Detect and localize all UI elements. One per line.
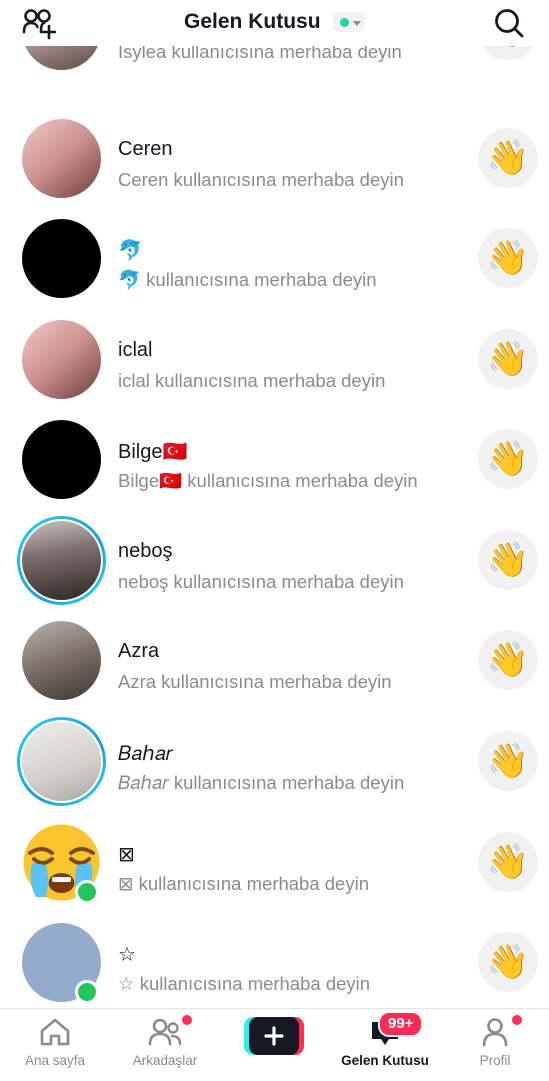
search-icon[interactable]	[493, 7, 525, 39]
online-status-icon	[339, 18, 349, 27]
avatar[interactable]	[22, 420, 101, 499]
row-subtitle: neboş kullanıcısına merhaba deyin	[118, 571, 404, 592]
wave-icon: 👋	[486, 541, 530, 579]
row-name: iclal	[118, 339, 153, 361]
nav-profile[interactable]: Profil	[440, 1009, 549, 1081]
row-subtitle: ⊠ kullanıcısına merhaba deyin	[118, 873, 369, 894]
list-item[interactable]: ⊠ ⊠ kullanıcısına merhaba deyin 👋	[0, 808, 549, 908]
row-subtitle: Ceren kullanıcısına merhaba deyin	[118, 169, 404, 190]
row-subtitle: 🐬 kullanıcısına merhaba deyin	[118, 269, 377, 290]
list-item[interactable]: Bilge🇹🇷 Bilge🇹🇷 kullanıcısına merhaba de…	[0, 405, 549, 505]
online-indicator	[75, 880, 99, 904]
nav-home-label: Ana sayfa	[24, 1053, 86, 1068]
row-subtitle: Azra kullanıcısına merhaba deyin	[118, 671, 392, 692]
row-subtitle: ☆ kullanıcısına merhaba deyin	[118, 973, 371, 994]
list-item[interactable]: 𝐵𝑎ℎ𝑎𝑟 𝐵𝑎ℎ𝑎𝑟 kullanıcısına merhaba deyin …	[0, 707, 549, 807]
row-name: Ceren	[118, 138, 173, 160]
row-subtitle: 𝐵𝑎ℎ𝑎𝑟 kullanıcısına merhaba deyin	[118, 772, 405, 793]
avatar[interactable]	[22, 219, 101, 298]
nav-inbox[interactable]: 99+ Gelen Kutusu	[330, 1009, 440, 1081]
wave-button[interactable]: 👋	[478, 932, 538, 992]
wave-icon: 👋	[486, 843, 530, 881]
nav-friends[interactable]: Arkadaşlar	[110, 1009, 220, 1081]
list-item[interactable]: ☆ ☆ kullanıcısına merhaba deyin 👋	[0, 908, 549, 1008]
wave-button[interactable]: 👋	[478, 128, 538, 188]
row-name: ☆	[118, 944, 136, 966]
nav-profile-label: Profil	[479, 1053, 511, 1068]
wave-button[interactable]: 👋	[478, 329, 538, 389]
row-name: Azra	[118, 640, 160, 662]
wave-button[interactable]: 👋	[478, 429, 538, 489]
page-title: Gelen Kutusu	[184, 10, 321, 33]
wave-icon: 👋	[486, 340, 530, 378]
notification-dot	[512, 1015, 522, 1025]
nav-friends-label: Arkadaşlar	[132, 1053, 198, 1068]
avatar[interactable]	[22, 119, 101, 198]
chevron-down-icon	[352, 21, 361, 26]
wave-icon: 👋	[486, 440, 530, 478]
wave-icon: 👋	[486, 943, 530, 981]
wave-icon: 👋	[486, 641, 530, 679]
wave-button[interactable]: 👋	[478, 630, 538, 690]
wave-button[interactable]: 👋	[478, 832, 538, 892]
home-icon	[40, 1018, 70, 1046]
create-button[interactable]	[244, 1017, 304, 1055]
row-name: 𝐵𝑎ℎ𝑎𝑟	[118, 743, 173, 765]
nav-inbox-label: Gelen Kutusu	[341, 1053, 429, 1068]
list-item[interactable]: neboş neboş kullanıcısına merhaba deyin …	[0, 506, 549, 606]
avatar[interactable]	[22, 621, 101, 700]
nav-home[interactable]: Ana sayfa	[0, 1009, 110, 1081]
wave-button[interactable]: 👋	[478, 228, 538, 288]
wave-icon: 👋	[486, 742, 530, 780]
friends-icon	[148, 1018, 182, 1046]
row-name: Bilge🇹🇷	[118, 441, 188, 463]
online-indicator	[75, 980, 99, 1004]
bottom-navigation: Ana sayfa Arkadaşlar 99+ Gelen Kutusu Pr…	[0, 1008, 549, 1081]
inbox-badge: 99+	[378, 1011, 424, 1037]
row-subtitle: Bilge🇹🇷 kullanıcısına merhaba deyin	[118, 470, 418, 491]
status-selector[interactable]	[332, 12, 365, 32]
notification-dot	[182, 1015, 192, 1025]
list-item[interactable]: 🐬 🐬 kullanıcısına merhaba deyin 👋	[0, 204, 549, 304]
list-item[interactable]: Ceren Ceren kullanıcısına merhaba deyin …	[0, 104, 549, 204]
profile-icon	[482, 1018, 508, 1047]
avatar[interactable]	[22, 722, 101, 801]
row-name: neboş	[118, 540, 173, 562]
wave-button[interactable]: 👋	[478, 731, 538, 791]
wave-icon: 👋	[486, 239, 530, 277]
row-name: 🐬	[118, 240, 143, 262]
list-item[interactable]: Azra Azra kullanıcısına merhaba deyin 👋	[0, 606, 549, 706]
list-item[interactable]: iclal iclal kullanıcısına merhaba deyin …	[0, 305, 549, 405]
row-name: ⊠	[118, 844, 135, 866]
avatar[interactable]	[22, 320, 101, 399]
wave-icon: 👋	[486, 139, 530, 177]
row-subtitle: iclal kullanıcısına merhaba deyin	[118, 370, 386, 391]
top-header: Gelen Kutusu	[0, 0, 549, 46]
avatar[interactable]	[22, 521, 101, 600]
wave-button[interactable]: 👋	[478, 530, 538, 590]
